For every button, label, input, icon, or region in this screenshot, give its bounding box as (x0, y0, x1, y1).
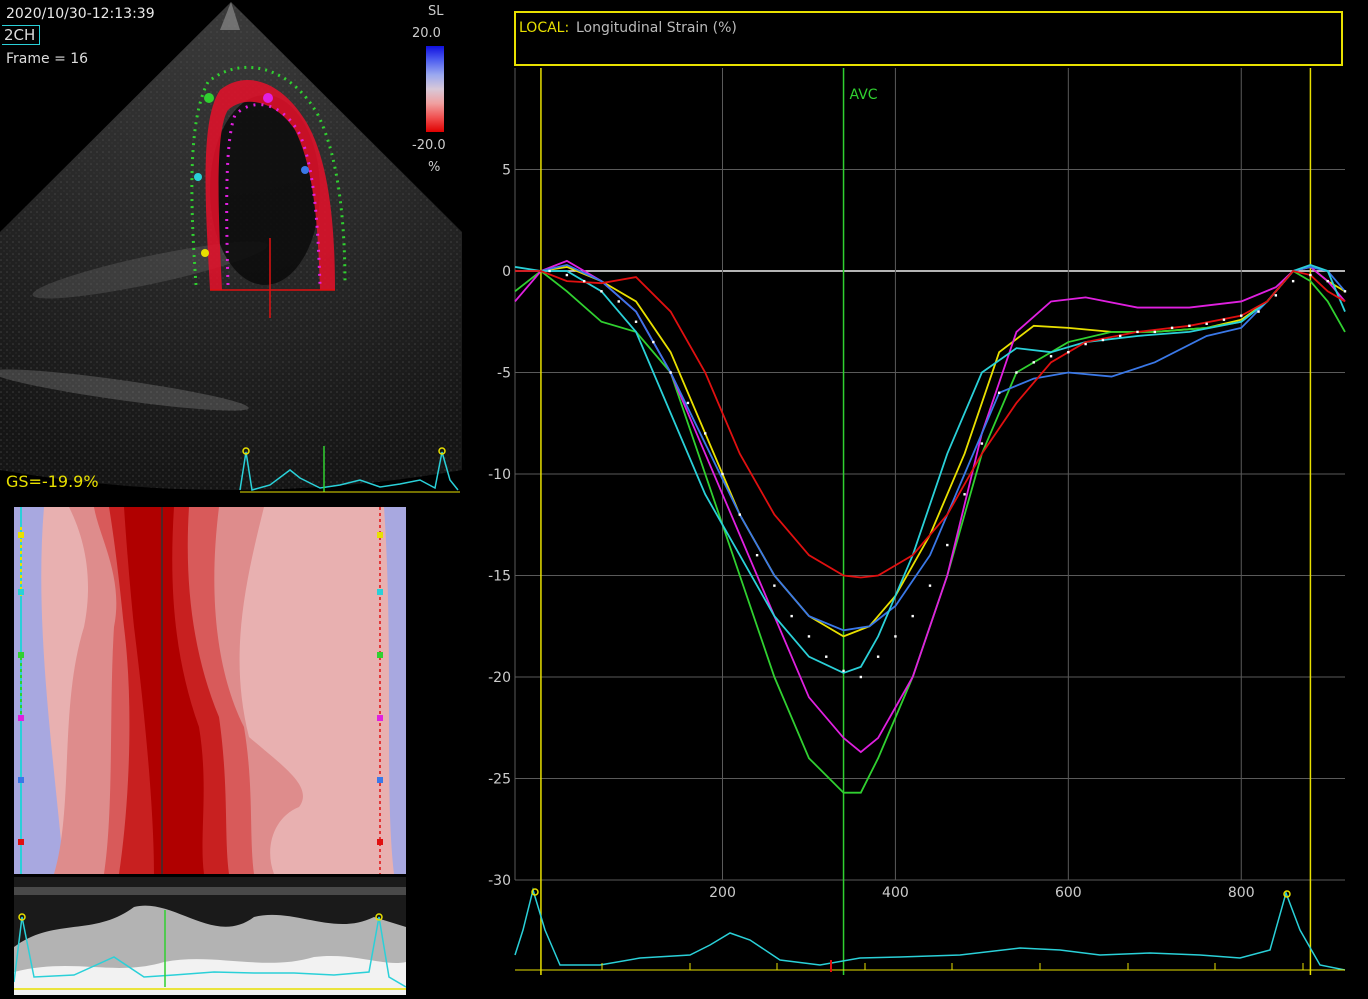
average-strain-point (946, 543, 949, 547)
average-strain-point (1032, 361, 1035, 364)
y-tick-label: 0 (502, 264, 511, 280)
y-tick-label: -15 (488, 569, 511, 585)
x-tick-label: 200 (709, 885, 736, 901)
echo-image-panel: 2020/10/30-12:13:39 2CH Frame = 16 GS=-1… (0, 0, 462, 497)
average-strain-point (669, 371, 672, 374)
mmode-map-graphic (14, 507, 406, 874)
chart-title: Longitudinal Strain (%) (576, 20, 737, 36)
y-tick-label: -5 (497, 366, 511, 382)
average-strain-point (721, 472, 724, 476)
average-strain-point (1136, 330, 1139, 334)
average-strain-point (1084, 342, 1087, 346)
chart-grid (514, 68, 1345, 881)
average-strain-point (1257, 310, 1260, 313)
chart-title-prefix: LOCAL: (519, 20, 570, 36)
strain-curves (514, 259, 1346, 794)
average-strain-point (1015, 371, 1018, 374)
average-strain-point (1222, 318, 1226, 321)
average-strain-point (1067, 351, 1070, 354)
average-strain-point (652, 340, 655, 344)
y-tick-label: 5 (502, 163, 511, 179)
average-strain-point (1274, 294, 1278, 297)
average-strain-point (1049, 355, 1053, 358)
echo-sector-image (0, 2, 462, 493)
x-axis-ticks: 200 400 600 800 (709, 885, 1254, 901)
average-strain-point (1170, 326, 1174, 330)
strain-series-5[interactable] (514, 263, 1346, 674)
average-strain-point (859, 675, 863, 679)
average-strain-point (980, 442, 984, 445)
average-strain-point (704, 432, 707, 435)
average-strain-point (1240, 314, 1243, 317)
y-tick-label: -10 (488, 467, 511, 483)
colorscale-max: 20.0 (412, 26, 441, 41)
average-strain-point (755, 554, 759, 557)
average-strain-point (1326, 279, 1329, 283)
average-strain-point (738, 513, 741, 516)
x-tick-label: 600 (1055, 885, 1082, 901)
colorscale-unit: % (428, 160, 441, 175)
average-strain-point (773, 584, 776, 587)
segment-marker-magenta[interactable] (263, 93, 273, 103)
average-strain-point (911, 614, 914, 618)
average-strain-point (582, 279, 586, 283)
curved-mmode-strain-map[interactable] (14, 507, 406, 874)
strain-colorbar (426, 46, 444, 132)
x-tick-label: 800 (1228, 885, 1255, 901)
y-tick-label: -30 (488, 873, 511, 889)
strain-series-2[interactable] (514, 269, 1346, 794)
average-strain-point (634, 320, 638, 323)
average-strain-point (997, 391, 1001, 394)
average-strain-point (617, 300, 620, 303)
average-strain-point (600, 290, 603, 293)
y-axis-ticks: 5 0 -5 -10 -15 -20 -25 -30 (488, 163, 511, 890)
global-strain-value: GS=-19.9% (6, 472, 99, 491)
average-strain-point (876, 655, 880, 658)
frame-number: Frame = 16 (6, 51, 89, 67)
colorscale-min: -20.0 (412, 138, 446, 153)
anatomic-mmode-strip (13, 877, 407, 995)
view-label[interactable]: 2CH (2, 25, 41, 45)
average-strain-point (1119, 334, 1122, 338)
average-strain-point (548, 269, 551, 273)
average-strain-point (1101, 338, 1105, 342)
average-strain-point (894, 635, 897, 638)
average-strain-point (686, 401, 690, 405)
average-strain-point (565, 273, 569, 277)
chart-ecg-trace (514, 887, 1346, 972)
segment-marker-blue[interactable] (301, 166, 309, 174)
colorscale-title: SL (428, 4, 444, 19)
average-strain-point (1343, 290, 1347, 293)
average-strain-point (825, 655, 828, 658)
cycle-bounds (540, 68, 1312, 975)
avc-marker-label: AVC (850, 87, 878, 103)
segment-marker-yellow[interactable] (201, 249, 209, 257)
acquisition-timestamp: 2020/10/30-12:13:39 (6, 6, 155, 22)
average-strain-point (790, 614, 793, 618)
y-tick-label: -25 (488, 772, 511, 788)
average-strain-point (1205, 322, 1208, 325)
segment-marker-cyan[interactable] (194, 173, 202, 181)
x-tick-label: 400 (882, 885, 909, 901)
average-strain-point (1153, 330, 1156, 334)
average-strain-point (842, 669, 845, 673)
average-strain-point (807, 635, 811, 638)
strain-series-1[interactable] (515, 265, 1346, 638)
chart-title-box: LOCAL: Longitudinal Strain (%) (514, 11, 1343, 66)
anatomic-mmode-graphic (13, 877, 407, 995)
average-strain-point (1291, 279, 1295, 283)
average-strain-point (963, 493, 966, 496)
strain-chart[interactable]: 5 0 -5 -10 -15 -20 -25 -30 200 400 600 800 AVC (474, 0, 1368, 995)
average-strain-point (1309, 273, 1312, 277)
y-tick-label: -20 (488, 670, 511, 686)
average-strain-point (1188, 324, 1191, 328)
event-markers: AVC (842, 68, 878, 975)
average-strain-point (928, 584, 932, 587)
segment-marker-green[interactable] (204, 93, 214, 103)
